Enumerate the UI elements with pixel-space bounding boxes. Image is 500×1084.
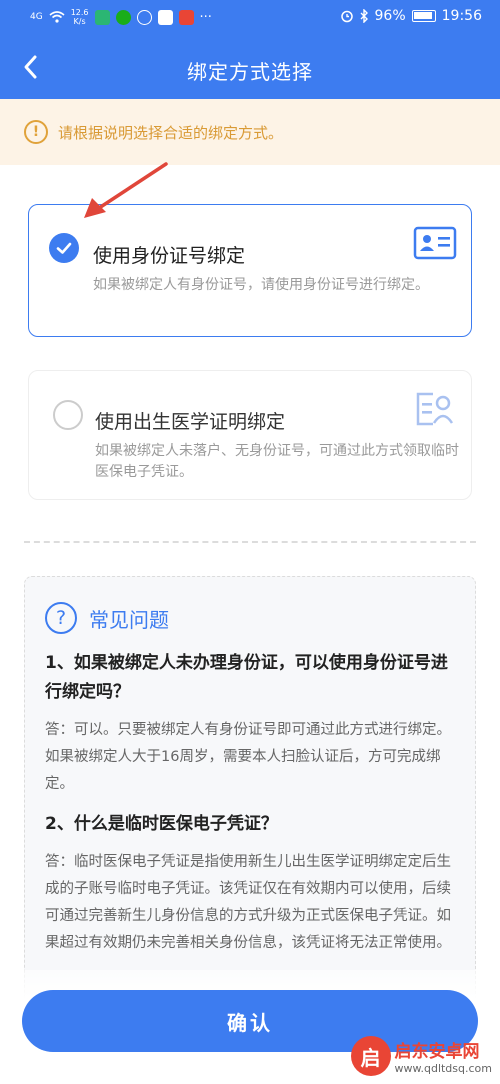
radio-checked-icon[interactable]	[49, 233, 79, 263]
status-right: 96% 19:56	[340, 8, 482, 24]
video-app-icon	[94, 9, 110, 25]
faq-answer: 答：可以。只要被绑定人有身份证号即可通过此方式进行绑定。如果被绑定人大于16周岁…	[45, 722, 451, 792]
alarm-icon	[340, 10, 353, 23]
battery-icon	[411, 10, 436, 22]
notice-text: 请根据说明选择合适的绑定方式。	[58, 123, 284, 142]
app-shield-icon	[136, 9, 152, 25]
more-notifications-icon: ···	[199, 9, 212, 25]
faq-question: 1、如果被绑定人未办理身份证，可以使用身份证号进行绑定吗？	[45, 653, 448, 702]
faq-question: 2、什么是临时医保电子凭证？	[45, 814, 278, 834]
bluetooth-icon	[360, 9, 368, 23]
watermark-name: 启东安卓网	[394, 1042, 480, 1062]
wifi-icon	[49, 11, 65, 23]
option-title: 使用身份证号绑定	[93, 245, 246, 267]
site-watermark: 启 启东安卓网 www.qdltdsq.com	[350, 1036, 493, 1076]
checkmark-icon	[56, 242, 72, 254]
id-card-icon	[413, 226, 457, 260]
clock: 19:56	[441, 8, 482, 24]
news-app-icon	[157, 9, 173, 25]
watermark-logo: 启	[350, 1036, 391, 1076]
option-title: 使用出生医学证明绑定	[95, 411, 286, 433]
watermark-text: 启东安卓网 www.qdltdsq.com	[395, 1037, 493, 1075]
faq-header: ? 常见问题	[45, 601, 455, 635]
option-description: 如果被绑定人未落户、无身份证号，可通过此方式领取临时医保电子凭证。	[95, 443, 459, 480]
radio-unchecked-icon[interactable]	[53, 400, 83, 430]
red-arrow-annotation	[84, 162, 168, 218]
network-speed-unit: K/s	[73, 17, 86, 26]
network-speed-value: 12.6	[70, 8, 89, 17]
wechat-icon	[115, 9, 131, 25]
watermark-url: www.qdltdsq.com	[394, 1062, 493, 1075]
signal-indicator: 4G	[30, 12, 43, 22]
faq-title: 常见问题	[89, 607, 169, 632]
title-bar: 绑定方式选择	[0, 40, 500, 96]
app-header: 4G 12.6 K/s ··· 96% 19:56 绑定方式选择	[0, 0, 500, 99]
question-icon: ?	[45, 602, 77, 634]
section-divider	[24, 541, 476, 543]
birth-certificate-icon	[416, 392, 454, 426]
battery-percent: 96%	[374, 8, 406, 24]
status-bar: 4G 12.6 K/s ··· 96% 19:56	[0, 0, 500, 34]
notice-banner: ! 请根据说明选择合适的绑定方式。	[0, 99, 500, 165]
faq-answer: 答：临时医保电子凭证是指使用新生儿出生医学证明绑定定后生成的子账号临时电子凭证。…	[45, 854, 451, 951]
toutiao-icon	[178, 9, 194, 25]
status-left: 4G 12.6 K/s ···	[30, 8, 212, 26]
option-description: 如果被绑定人有身份证号，请使用身份证号进行绑定。	[93, 277, 429, 293]
option-birth-certificate[interactable]: 使用出生医学证明绑定 如果被绑定人未落户、无身份证号，可通过此方式领取临时医保电…	[28, 370, 472, 500]
page-title: 绑定方式选择	[187, 60, 313, 84]
warning-icon: !	[24, 120, 48, 144]
network-speed: 12.6 K/s	[71, 8, 89, 26]
